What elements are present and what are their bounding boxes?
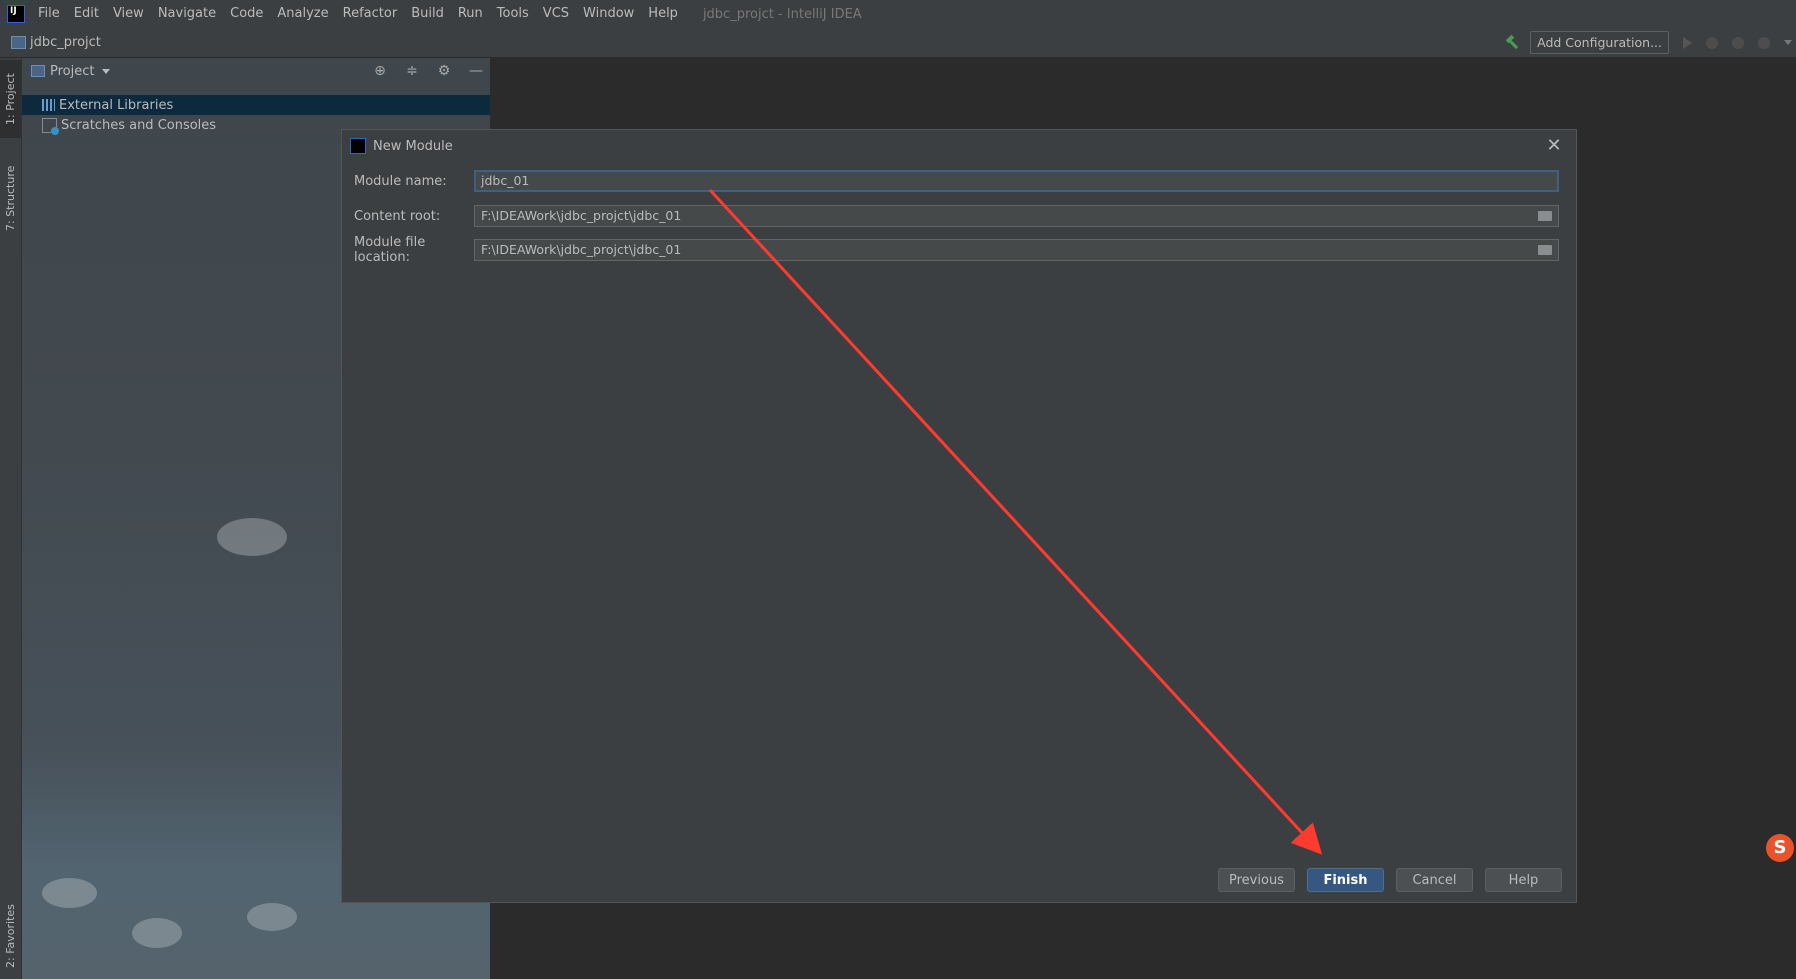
menu-bar: File Edit View Navigate Code Analyze Ref… [0,0,1796,28]
tab-structure[interactable]: 7: Structure [0,150,21,246]
menu-file[interactable]: File [31,0,67,28]
profile-icon[interactable] [1758,36,1770,49]
scratches-icon [42,117,59,135]
breadcrumb-project[interactable]: jdbc_projct [30,35,101,50]
background-swan-shape [217,518,287,556]
tab-favorites[interactable]: 2: Favorites [0,896,21,976]
dialog-button-bar: Previous Finish Cancel Help [1206,868,1562,892]
new-module-dialog: New Module ✕ Module name: jdbc_01 Conten… [341,129,1577,903]
content-root-label: Content root: [354,208,441,224]
module-file-location-label: Module file location: [354,235,426,265]
project-panel-header: Project ⊕ ≑ ⚙ — [22,58,490,84]
locate-file-icon[interactable]: ⊕ [372,63,388,79]
menu-tools[interactable]: Tools [490,0,536,28]
project-folder-icon [11,36,26,49]
background-swan-shape [247,903,297,931]
debug-icon[interactable] [1706,36,1718,49]
tree-item-external-libraries[interactable]: External Libraries [22,95,490,115]
menu-view[interactable]: View [106,0,151,28]
dialog-title: New Module [373,138,453,154]
window-title: jdbc_projct - IntelliJ IDEA [702,6,862,22]
menu-vcs[interactable]: VCS [536,0,576,28]
menu-window[interactable]: Window [576,0,641,28]
hide-panel-icon[interactable]: — [468,63,484,79]
tab-project[interactable]: 1: Project [0,60,21,138]
run-icon[interactable] [1683,36,1692,49]
tree-item-label: Scratches and Consoles [61,117,217,133]
module-name-input[interactable]: jdbc_01 [474,170,1559,192]
background-swan-shape [132,918,182,948]
collapse-all-icon[interactable]: ≑ [404,63,420,79]
more-run-options-chevron-down-icon[interactable] [1784,40,1792,45]
cancel-button[interactable]: Cancel [1396,868,1473,892]
add-configuration-button[interactable]: Add Configuration... [1530,31,1669,54]
previous-button[interactable]: Previous [1218,868,1295,892]
intellij-logo-icon [350,138,366,154]
gear-icon[interactable]: ⚙ [436,63,452,79]
finish-button[interactable]: Finish [1307,868,1384,892]
dialog-titlebar: New Module ✕ [342,130,1576,162]
content-root-value: F:\IDEAWork\jdbc_projct\jdbc_01 [481,208,682,223]
background-swan-shape [42,878,97,908]
coverage-icon[interactable] [1732,36,1744,49]
project-view-icon [31,65,45,77]
menu-build[interactable]: Build [404,0,451,28]
menu-edit[interactable]: Edit [67,0,106,28]
menu-help[interactable]: Help [641,0,685,28]
help-button[interactable]: Help [1485,868,1562,892]
library-icon [42,99,55,111]
module-file-location-input[interactable]: F:\IDEAWork\jdbc_projct\jdbc_01 [474,239,1559,261]
chevron-down-icon[interactable] [102,68,111,74]
project-view-selector[interactable]: Project [50,64,94,79]
browse-folder-icon[interactable] [1538,245,1552,255]
module-name-label: Module name: [354,173,447,189]
module-file-location-value: F:\IDEAWork\jdbc_projct\jdbc_01 [481,242,682,257]
left-tool-stripe: 1: Project 7: Structure 2: Favorites [0,58,22,979]
module-file-location-row: Module file location: F:\IDEAWork\jdbc_p… [354,235,1566,265]
menu-refactor[interactable]: Refactor [336,0,405,28]
intellij-logo-icon [7,5,25,23]
tree-item-label: External Libraries [59,97,174,113]
content-root-input[interactable]: F:\IDEAWork\jdbc_projct\jdbc_01 [474,205,1559,227]
navigation-bar: jdbc_projct Add Configuration... [0,28,1796,58]
close-icon[interactable]: ✕ [1544,136,1564,156]
project-panel-toolbar: ⊕ ≑ ⚙ — [372,58,490,84]
menu-analyze[interactable]: Analyze [270,0,335,28]
menu-run[interactable]: Run [451,0,490,28]
input-method-icon[interactable]: S [1766,834,1794,862]
module-name-row: Module name: jdbc_01 [354,168,1566,194]
build-hammer-icon[interactable] [1504,35,1520,51]
run-toolbar: Add Configuration... [1504,28,1796,57]
browse-folder-icon[interactable] [1538,211,1552,221]
content-root-row: Content root: F:\IDEAWork\jdbc_projct\jd… [354,203,1566,229]
menu-navigate[interactable]: Navigate [151,0,223,28]
menu-code[interactable]: Code [223,0,270,28]
